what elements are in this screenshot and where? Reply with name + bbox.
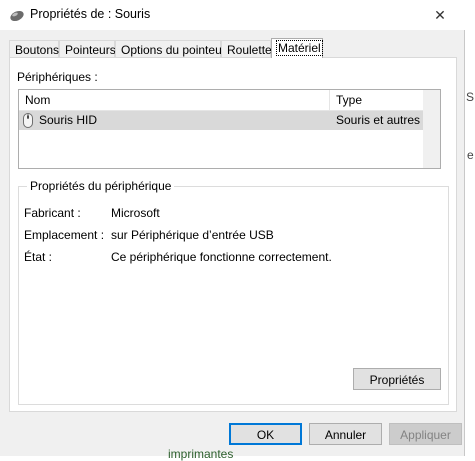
location-label: Emplacement : xyxy=(24,228,105,242)
list-header: Nom Type xyxy=(19,90,440,111)
status-value: Ce périphérique fonctionne correctement. xyxy=(111,250,332,264)
column-header-type[interactable]: Type xyxy=(330,90,430,110)
device-properties-button[interactable]: Propriétés xyxy=(353,368,441,390)
mouse-icon xyxy=(23,113,33,128)
manufacturer-value: Microsoft xyxy=(111,206,160,220)
tab-pointeurs[interactable]: Pointeurs xyxy=(59,40,116,58)
title-bar: Propriétés de : Souris ✕ xyxy=(0,0,465,30)
background-text: S xyxy=(466,90,475,104)
device-properties-group: Propriétés du périphérique Fabricant : M… xyxy=(18,179,449,405)
tab-panel-materiel: Périphériques : Nom Type Souris HID Sour… xyxy=(9,57,457,412)
location-value: sur Périphérique d’entrée USB xyxy=(111,228,274,242)
background-text: imprimantes xyxy=(168,447,234,461)
close-icon[interactable]: ✕ xyxy=(425,4,455,26)
cancel-button[interactable]: Annuler xyxy=(309,423,382,445)
tab-materiel[interactable]: Matériel xyxy=(271,38,323,58)
devices-list[interactable]: Nom Type Souris HID Souris et autres ... xyxy=(18,89,441,169)
column-header-nom[interactable]: Nom xyxy=(19,90,329,110)
status-label: État : xyxy=(24,250,53,264)
background-text: e xyxy=(467,148,474,162)
device-type: Souris et autres ... xyxy=(336,113,434,127)
vertical-scrollbar[interactable] xyxy=(423,90,440,168)
devices-label: Périphériques : xyxy=(17,70,98,84)
tab-options-du-pointeur[interactable]: Options du pointeur xyxy=(115,40,226,58)
manufacturer-label: Fabricant : xyxy=(24,206,81,220)
group-title: Propriétés du périphérique xyxy=(27,179,175,193)
window-title: Propriétés de : Souris xyxy=(30,7,151,21)
device-name: Souris HID xyxy=(39,113,98,127)
background-window xyxy=(465,0,475,456)
apply-button[interactable]: Appliquer xyxy=(389,423,462,445)
ok-button[interactable]: OK xyxy=(229,423,302,445)
mouse-icon xyxy=(9,8,25,25)
tab-roulette[interactable]: Roulette xyxy=(221,40,272,58)
mouse-properties-dialog: Propriétés de : Souris ✕ Boutons Pointeu… xyxy=(0,0,465,456)
tab-boutons[interactable]: Boutons xyxy=(9,40,59,58)
list-item[interactable]: Souris HID Souris et autres ... xyxy=(19,111,440,130)
